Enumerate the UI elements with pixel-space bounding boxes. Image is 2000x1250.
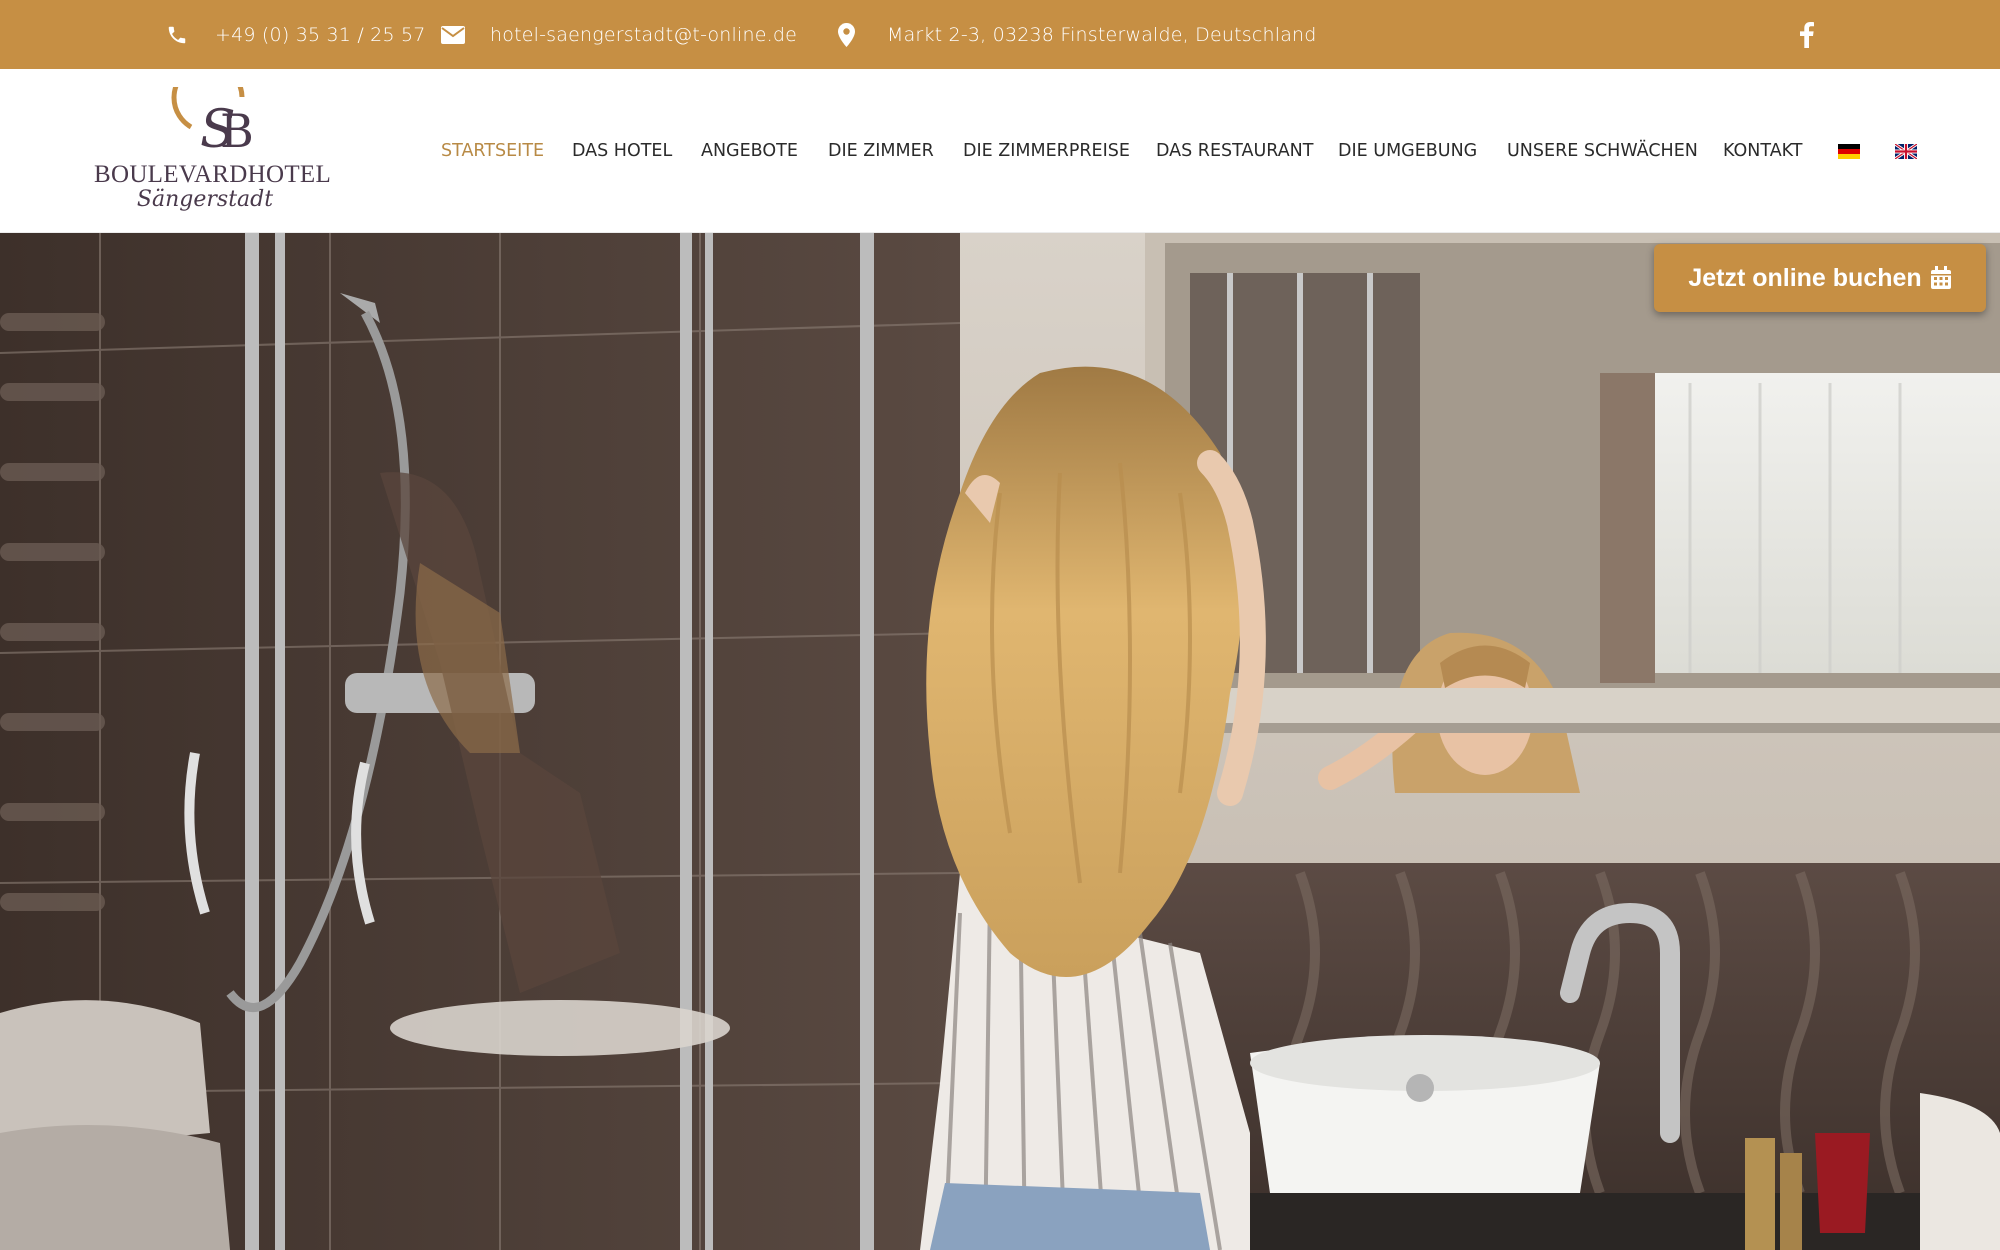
phone-number-link[interactable]: +49 (0) 35 31 / 25 57	[215, 0, 426, 69]
map-marker-icon	[838, 0, 855, 69]
nav-item-angebote[interactable]: ANGEBOTE	[701, 69, 798, 233]
phone-icon	[166, 0, 188, 69]
main-navigation: STARTSEITE DAS HOTEL ANGEBOTE DIE ZIMMER…	[0, 69, 2000, 233]
nav-item-das-restaurant[interactable]: DAS RESTAURANT	[1156, 69, 1313, 233]
envelope-icon	[441, 0, 465, 69]
nav-item-die-zimmerpreise[interactable]: DIE ZIMMERPREISE	[963, 69, 1130, 233]
hero-banner: Jetzt online buchen	[0, 233, 2000, 1250]
email-link[interactable]: hotel-saengerstadt@t-online.de	[490, 0, 797, 69]
de-flag-icon[interactable]	[1838, 144, 1860, 159]
nav-item-unsere-schwaechen[interactable]: UNSERE SCHWÄCHEN	[1507, 69, 1698, 233]
calendar-icon	[1930, 266, 1951, 289]
nav-item-die-umgebung[interactable]: DIE UMGEBUNG	[1338, 69, 1477, 233]
en-flag-icon[interactable]	[1895, 144, 1917, 159]
top-contact-bar: +49 (0) 35 31 / 25 57 hotel-saengerstadt…	[0, 0, 2000, 69]
book-online-label: Jetzt online buchen	[1688, 263, 1922, 292]
facebook-icon[interactable]	[1800, 0, 1814, 69]
nav-item-kontakt[interactable]: KONTAKT	[1723, 69, 1803, 233]
address-text: Markt 2-3, 03238 Finsterwalde, Deutschla…	[887, 23, 1317, 46]
book-online-button[interactable]: Jetzt online buchen	[1654, 244, 1986, 312]
site-header: S B BOULEVARDHOTEL Sängerstadt STARTSEIT…	[0, 61, 2000, 233]
nav-item-die-zimmer[interactable]: DIE ZIMMER	[828, 69, 934, 233]
nav-item-das-hotel[interactable]: DAS HOTEL	[572, 69, 672, 233]
bathroom-hero-image	[0, 233, 2000, 1250]
nav-item-startseite[interactable]: STARTSEITE	[441, 69, 544, 233]
